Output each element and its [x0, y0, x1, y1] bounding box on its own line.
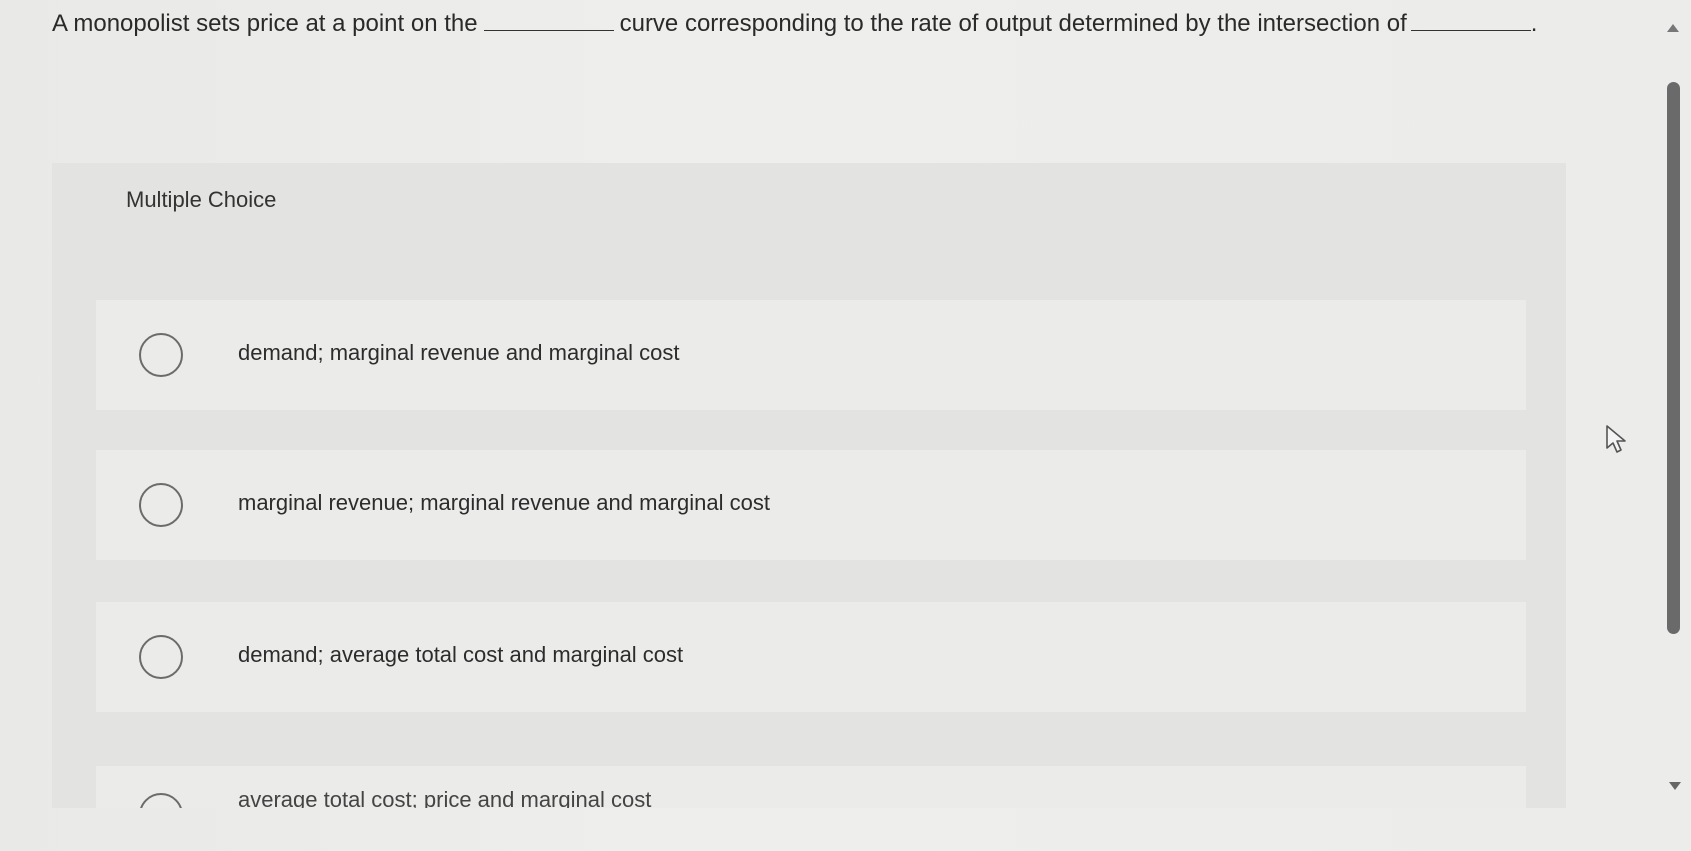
- choice-label: demand; average total cost and marginal …: [238, 642, 684, 667]
- choice-option-1[interactable]: demand; marginal revenue and marginal co…: [96, 300, 1526, 410]
- choice-option-4[interactable]: average total cost; price and marginal c…: [96, 766, 1526, 808]
- choice-label: average total cost; price and marginal c…: [238, 787, 652, 808]
- mouse-pointer-icon: [1605, 424, 1629, 459]
- section-label: Multiple Choice: [126, 187, 277, 212]
- question-part-2: curve corresponding to the rate of outpu…: [619, 10, 1407, 37]
- radio-empty-icon[interactable]: [139, 483, 183, 527]
- radio-empty-icon[interactable]: [139, 635, 183, 679]
- triangle-up-icon[interactable]: [1667, 24, 1679, 32]
- radio-empty-icon[interactable]: [139, 333, 183, 377]
- question-part-1: A monopolist sets price at a point on th…: [52, 10, 478, 37]
- answer-blank-1: [483, 8, 614, 31]
- radio-empty-icon[interactable]: [139, 793, 183, 808]
- choice-label: marginal revenue; marginal revenue and m…: [238, 490, 770, 515]
- question-text: A monopolist sets price at a point on th…: [52, 8, 1552, 40]
- choice-option-3[interactable]: demand; average total cost and marginal …: [96, 602, 1526, 712]
- question-part-3: .: [1530, 10, 1538, 37]
- answer-blank-2: [1410, 8, 1531, 31]
- triangle-down-icon[interactable]: [1669, 782, 1681, 790]
- quiz-page: A monopolist sets price at a point on th…: [0, 0, 1691, 851]
- multiple-choice-panel: Multiple Choice demand; marginal revenue…: [52, 163, 1566, 808]
- choice-option-2[interactable]: marginal revenue; marginal revenue and m…: [96, 450, 1526, 560]
- choice-label: demand; marginal revenue and marginal co…: [238, 340, 680, 365]
- scrollbar-thumb[interactable]: [1667, 82, 1680, 634]
